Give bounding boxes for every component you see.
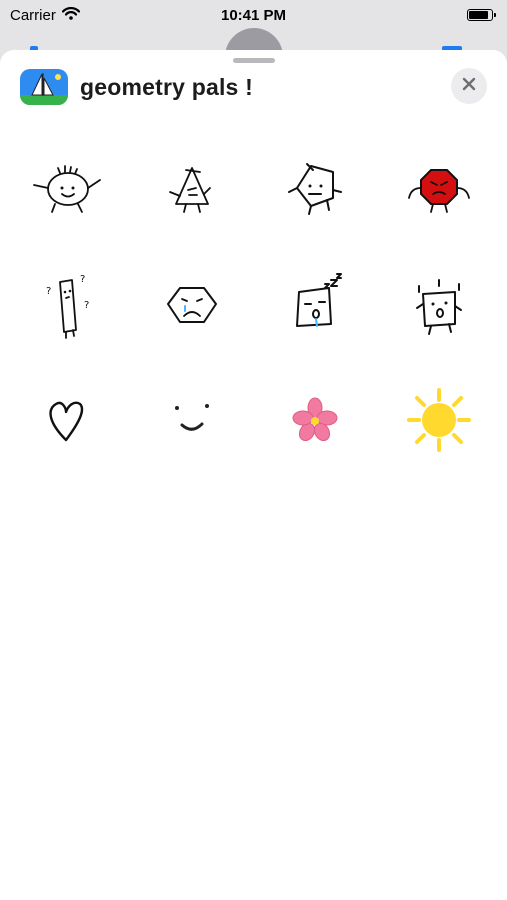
status-left: Carrier [10,7,80,24]
heart-sticker[interactable] [6,362,130,478]
sheet-grabber[interactable] [232,58,275,63]
sticker-app-sheet: geometry pals ! ? ? ? [0,50,507,900]
pink-flower-sticker[interactable] [254,362,378,478]
carrier-label: Carrier [10,6,56,24]
round-pal-sticker[interactable] [6,130,130,246]
close-x-icon [462,77,476,96]
status-bar: Carrier 10:41 PM [0,0,507,30]
svg-text:?: ? [84,300,89,311]
battery-level [469,11,488,19]
sheet-title: geometry pals ! [80,73,253,100]
battery-icon [467,9,496,21]
sheet-header: geometry pals ! [20,68,487,106]
status-time: 10:41 PM [220,6,287,24]
sleepy-square-sticker[interactable] [254,246,378,362]
surprised-square-sticker[interactable] [377,246,501,362]
pentagon-pal-sticker[interactable] [254,130,378,246]
sailboat-app-icon [20,69,68,105]
smile-sticker[interactable] [130,362,254,478]
svg-text:?: ? [46,286,51,297]
messages-screen: Carrier 10:41 PM geometry pals ! ? ? ? [0,0,507,900]
triangle-pal-sticker[interactable] [130,130,254,246]
sun-sticker[interactable] [377,362,501,478]
angry-red-octagon-sticker[interactable] [377,130,501,246]
wifi-icon [61,6,80,24]
svg-text:?: ? [80,274,85,285]
close-button[interactable] [451,68,487,104]
sad-hexagon-sticker[interactable] [130,246,254,362]
sticker-grid: ? ? ? [0,130,507,478]
tall-rectangle-confused-sticker[interactable]: ? ? ? [6,246,130,362]
